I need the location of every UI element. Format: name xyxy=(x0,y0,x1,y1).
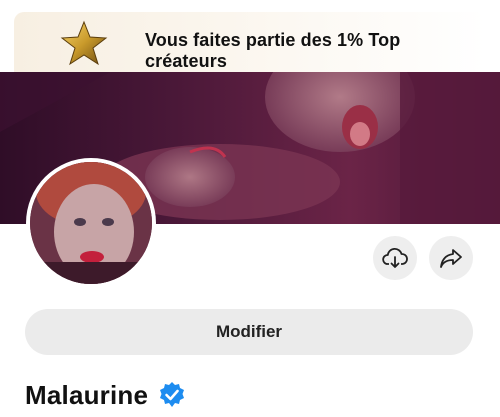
top-creator-banner: Vous faites partie des 1% Top créateurs xyxy=(14,12,486,72)
download-button[interactable] xyxy=(373,236,417,280)
profile-name-row: Malaurine xyxy=(25,378,186,412)
profile-name: Malaurine xyxy=(25,379,149,410)
edit-profile-button[interactable]: Modifier xyxy=(25,309,473,355)
share-button[interactable] xyxy=(429,236,473,280)
gold-star-icon xyxy=(60,20,108,66)
share-arrow-icon xyxy=(440,249,462,268)
avatar[interactable] xyxy=(26,158,156,288)
profile-photo xyxy=(30,162,152,284)
cloud-download-icon xyxy=(382,247,408,268)
banner-text: Vous faites partie des 1% Top créateurs xyxy=(145,30,401,71)
verified-badge-icon xyxy=(160,382,185,407)
